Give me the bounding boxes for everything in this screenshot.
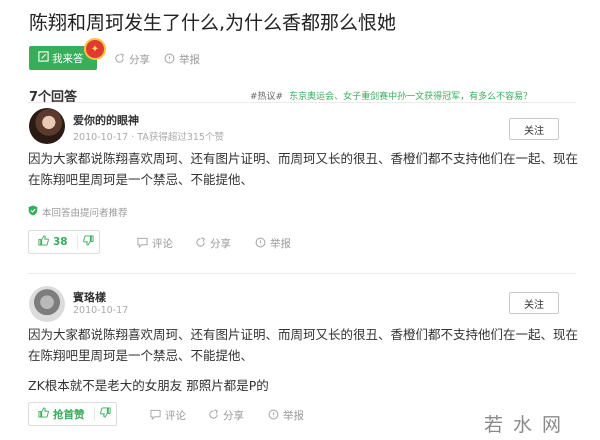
dislike-button[interactable] [93,407,116,421]
comment-icon [137,237,148,251]
share-label: 分享 [129,54,150,66]
divider [28,273,576,274]
report-label: 举报 [179,54,200,66]
reward-badge-icon: ✦ [84,38,106,60]
avatar[interactable] [29,286,65,322]
vote-box: 抢首赞 [28,402,117,426]
date-text: 2010-10-17 [73,132,129,143]
report-icon [255,237,266,251]
question-share-button[interactable]: 分享 [114,52,150,67]
comment-label: 评论 [165,410,186,422]
avatar[interactable] [29,108,65,144]
report-icon [164,53,175,67]
follow-button[interactable]: 关注 [509,292,559,314]
report-label: 举报 [283,410,304,422]
question-title: 陈翔和周珂发生了什么,为什么香都那么恨她 [29,12,397,34]
thumb-up-icon [38,235,49,249]
vote-box: 38 [28,230,100,254]
thumb-down-icon [99,407,111,421]
like-button[interactable]: 38 [29,235,77,249]
shield-check-icon [28,205,38,219]
answer-line: ZK根本就不是老大的女朋友 那照片都是P的 [28,378,269,393]
share-icon [114,53,125,67]
answer-date: 2010-10-17 [73,305,129,316]
share-button[interactable]: 分享 [208,408,244,423]
comment-button[interactable]: 评论 [150,408,186,423]
share-icon [195,237,206,251]
answer-line: 在陈翔吧里周珂是一个禁忌、不能提他、 [28,348,254,363]
thumb-down-icon [82,235,94,249]
answer-button-label: 我来答 [52,52,84,65]
answer-author[interactable]: 賓珞樣 [73,289,106,305]
edit-icon [38,51,49,65]
report-button[interactable]: 举报 [255,236,291,251]
divider [28,102,576,103]
hot-label: #热议# [250,92,284,102]
answer-date: 2010-10-17 · TA获得超过315个赞 [73,132,224,143]
report-label: 举报 [270,238,291,250]
like-count: 38 [53,236,68,248]
share-button[interactable]: 分享 [195,236,231,251]
answer-line: 因为大家都说陈翔喜欢周珂、还有图片证明、而周珂又长的很丑、香橙们都不支持他们在一… [28,327,579,342]
thumb-up-icon [38,407,49,421]
recommend-note: 本回答由提问者推荐 [28,205,128,219]
like-button[interactable]: 抢首赞 [29,407,94,422]
answer-line: 因为大家都说陈翔喜欢周珂、还有图片证明、而周珂又长的很丑、香橙们都不支持他们在一… [28,151,579,166]
comment-icon [150,409,161,423]
answer-line: 在陈翔吧里周珂是一个禁忌、不能提他、 [28,172,254,187]
report-button[interactable]: 举报 [268,408,304,423]
site-watermark: 若水网 [484,414,572,436]
answer-author[interactable]: 爱你的的眼神 [73,112,139,128]
comment-label: 评论 [152,238,173,250]
report-icon [268,409,279,423]
recommend-text: 本回答由提问者推荐 [42,208,128,219]
hot-topic-text: 东京奥运会、女子重剑赛中孙一文获得冠军，有多么不容易？ [289,92,533,102]
like-count: 抢首赞 [53,408,85,421]
comment-button[interactable]: 评论 [137,236,173,251]
share-icon [208,409,219,423]
share-label: 分享 [210,238,231,250]
follow-button[interactable]: 关注 [509,118,559,140]
like-stat-text: TA获得超过315个赞 [137,132,224,143]
share-label: 分享 [223,410,244,422]
question-report-button[interactable]: 举报 [164,52,200,67]
hot-topic-link[interactable]: #热议# 东京奥运会、女子重剑赛中孙一文获得冠军，有多么不容易？ [250,89,532,102]
dislike-button[interactable] [76,235,99,249]
